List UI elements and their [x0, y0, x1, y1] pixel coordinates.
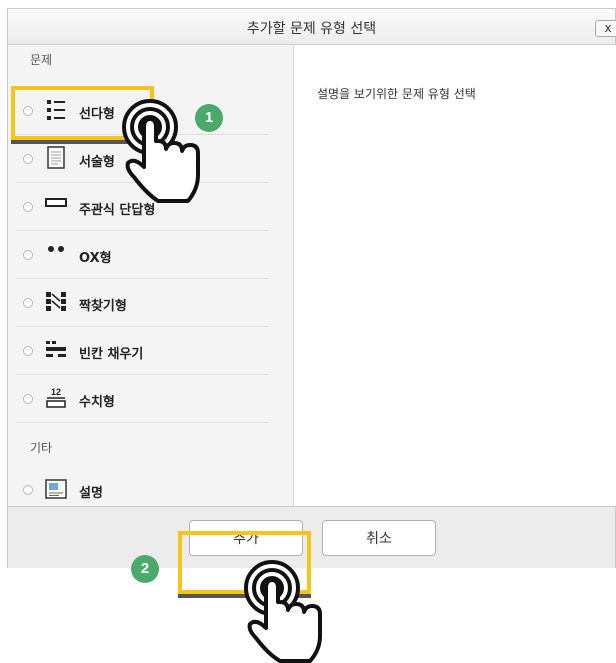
section-label-questions: 문제 — [30, 53, 53, 67]
radio-button[interactable] — [23, 154, 33, 164]
matching-icon — [44, 290, 68, 314]
description-text: 설명을 보기위한 문제 유형 선택 — [317, 87, 476, 101]
list-item-label: 짝찾기형 — [79, 299, 127, 314]
list-item-label: 빈칸 채우기 — [79, 347, 144, 362]
section-label-other: 기타 — [30, 441, 53, 455]
list-item-fill-blank[interactable]: 빈칸 채우기 — [16, 327, 268, 375]
dialog-title: 추가할 문제 유형 선택 — [246, 21, 377, 37]
radio-button[interactable] — [23, 202, 33, 212]
radio-button[interactable] — [23, 485, 33, 495]
numeric-icon: 12 — [44, 386, 68, 410]
list-item-ox[interactable]: OX형 — [16, 231, 268, 279]
list-item-description[interactable]: 설명 — [16, 466, 268, 506]
list-item-label: 서술형 — [79, 155, 115, 170]
ox-icon — [44, 242, 68, 266]
tap-hand-icon — [244, 560, 322, 663]
fill-blank-icon — [44, 338, 68, 362]
step-badge-2: 2 — [131, 555, 159, 583]
list-item-label: 수치형 — [79, 395, 115, 410]
list-item-label: 설명 — [79, 486, 103, 501]
numeric-icon-text: 12 — [51, 387, 61, 397]
list-item-numeric[interactable]: 12 수치형 — [16, 375, 268, 423]
short-answer-icon — [44, 194, 68, 218]
radio-button[interactable] — [23, 298, 33, 308]
tap-hand-icon — [122, 99, 200, 203]
description-icon — [44, 477, 68, 501]
radio-button[interactable] — [23, 394, 33, 404]
radio-button[interactable] — [23, 250, 33, 260]
essay-icon — [44, 146, 68, 170]
list-item-matching[interactable]: 짝찾기형 — [16, 279, 268, 327]
list-item-label: OX형 — [79, 251, 112, 266]
cancel-button[interactable]: 취소 — [322, 520, 436, 556]
radio-button[interactable] — [23, 346, 33, 356]
close-button[interactable]: x — [595, 20, 616, 37]
description-panel: 설명을 보기위한 문제 유형 선택 — [294, 45, 616, 506]
dialog-titlebar: 추가할 문제 유형 선택 x — [8, 9, 616, 45]
